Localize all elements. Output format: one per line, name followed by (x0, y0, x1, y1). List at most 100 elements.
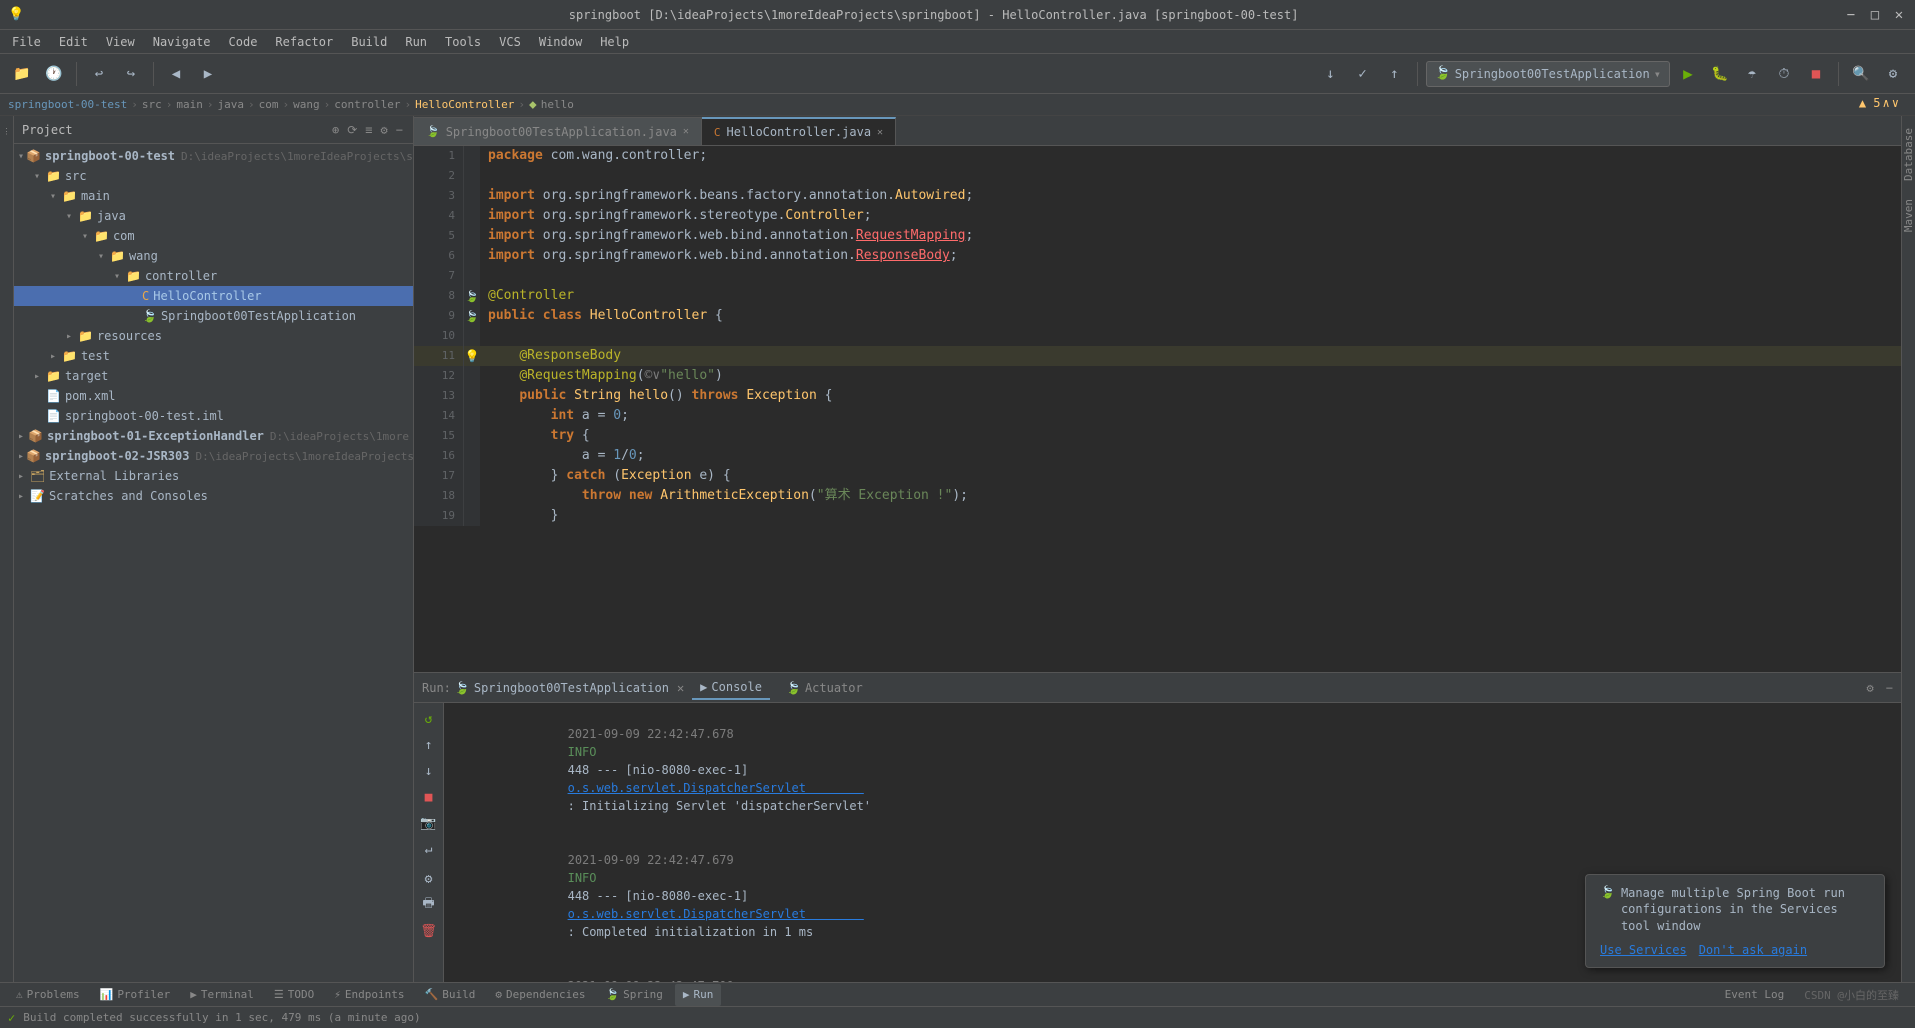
run-camera-btn[interactable]: 📷 (417, 811, 441, 835)
breadcrumb-item-project[interactable]: springboot-00-test (8, 98, 127, 111)
stop-btn[interactable]: ■ (1802, 60, 1830, 88)
use-services-link[interactable]: Use Services (1600, 943, 1687, 957)
tab-close-btn[interactable]: ✕ (683, 126, 689, 137)
menu-build[interactable]: Build (343, 31, 395, 53)
log-class[interactable]: o.s.web.servlet.DispatcherServlet (568, 781, 864, 795)
bottom-tab-profiler[interactable]: 📊 Profiler (92, 984, 179, 1006)
tree-item-springboot-00-test[interactable]: ▾ 📦 springboot-00-test D:\ideaProjects\1… (14, 146, 413, 166)
menu-view[interactable]: View (98, 31, 143, 53)
maximize-button[interactable]: □ (1867, 7, 1883, 23)
bottom-tab-problems[interactable]: ⚠ Problems (8, 984, 88, 1006)
run-config-selector[interactable]: 🍃 Springboot00TestApplication ▾ (1426, 61, 1671, 87)
run-wrap-btn[interactable]: ↵ (417, 837, 441, 861)
debug-btn[interactable]: 🐛 (1706, 60, 1734, 88)
bottom-tab-terminal[interactable]: ▶ Terminal (182, 984, 262, 1006)
run-close-btn[interactable]: ✕ (677, 681, 684, 695)
menu-window[interactable]: Window (531, 31, 590, 53)
breadcrumb-item-wang[interactable]: wang (293, 98, 320, 111)
breadcrumb-item-java[interactable]: java (217, 98, 244, 111)
bottom-tab-dependencies[interactable]: ⚙ Dependencies (487, 984, 593, 1006)
search-btn[interactable]: 🔍 (1847, 60, 1875, 88)
run-tab-console[interactable]: ▶ Console (692, 676, 770, 700)
settings-btn[interactable]: ⚙ (1879, 60, 1907, 88)
breadcrumb-item-controller[interactable]: controller (334, 98, 400, 111)
tree-item-springboot-01[interactable]: ▸ 📦 springboot-01-ExceptionHandler D:\id… (14, 426, 413, 446)
tree-item-hellocontroller[interactable]: ▾ C HelloController (14, 286, 413, 306)
breadcrumb-item-method[interactable]: ⬥ (529, 98, 537, 112)
project-minimize-btn[interactable]: − (394, 121, 405, 139)
breadcrumb-item-hello[interactable]: hello (541, 98, 574, 111)
menu-help[interactable]: Help (592, 31, 637, 53)
menu-file[interactable]: File (4, 31, 49, 53)
run-btn[interactable]: ▶ (1674, 60, 1702, 88)
menu-run[interactable]: Run (397, 31, 435, 53)
coverage-btn[interactable]: ☂ (1738, 60, 1766, 88)
menu-refactor[interactable]: Refactor (267, 31, 341, 53)
menu-tools[interactable]: Tools (437, 31, 489, 53)
project-add-btn[interactable]: ⊕ (330, 121, 341, 139)
navigate-back-btn[interactable]: ◀ (162, 60, 190, 88)
gutter-icon-bean[interactable]: 🍃 (464, 286, 480, 306)
bottom-tab-build[interactable]: 🔨 Build (417, 984, 484, 1006)
vcs-push-btn[interactable]: ↑ (1381, 60, 1409, 88)
tree-item-pomxml[interactable]: ▾ 📄 pom.xml (14, 386, 413, 406)
open-project-btn[interactable]: 📁 (8, 60, 36, 88)
vcs-update-btn[interactable]: ↓ (1317, 60, 1345, 88)
tool-btn-1[interactable]: ⋮ (0, 116, 14, 146)
run-delete-btn[interactable]: 🗑 (417, 919, 441, 943)
tree-item-wang[interactable]: ▾ 📁 wang (14, 246, 413, 266)
tree-item-java[interactable]: ▾ 📁 java (14, 206, 413, 226)
tree-item-com[interactable]: ▾ 📁 com (14, 226, 413, 246)
tree-item-resources[interactable]: ▸ 📁 resources (14, 326, 413, 346)
project-settings-btn[interactable]: ⚙ (379, 121, 390, 139)
bottom-tab-event-log[interactable]: Event Log (1717, 984, 1793, 1006)
run-cog-btn[interactable]: ⚙ (417, 867, 441, 891)
breadcrumb-item-main[interactable]: main (176, 98, 203, 111)
warning-indicator[interactable]: ▲ 5 ∧ ∨ (1859, 96, 1899, 110)
profile-btn[interactable]: ⏱ (1770, 60, 1798, 88)
bottom-tab-run[interactable]: ▶ Run (675, 984, 722, 1006)
maven-panel-btn[interactable]: Maven (1900, 191, 1915, 240)
run-stop-btn[interactable]: ■ (417, 785, 441, 809)
run-up-btn[interactable]: ↑ (417, 733, 441, 757)
gutter-icon-warning[interactable]: 💡 (464, 346, 480, 366)
run-tab-actuator[interactable]: 🍃 Actuator (778, 677, 871, 699)
tree-item-iml[interactable]: ▾ 📄 springboot-00-test.iml (14, 406, 413, 426)
run-settings-btn[interactable]: ⚙ (1867, 681, 1874, 695)
warning-down[interactable]: ∨ (1892, 96, 1899, 110)
bottom-tab-spring[interactable]: 🍃 Spring (597, 984, 670, 1006)
run-print-btn[interactable]: 🖶 (417, 893, 441, 917)
menu-code[interactable]: Code (221, 31, 266, 53)
warning-up[interactable]: ∧ (1883, 96, 1890, 110)
tree-item-test[interactable]: ▸ 📁 test (14, 346, 413, 366)
tree-item-springbootapp[interactable]: ▾ 🍃 Springboot00TestApplication (14, 306, 413, 326)
tree-item-target[interactable]: ▸ 📁 target (14, 366, 413, 386)
tab-springboot-app[interactable]: 🍃 Springboot00TestApplication.java ✕ (414, 117, 702, 145)
menu-vcs[interactable]: VCS (491, 31, 529, 53)
project-sort-btn[interactable]: ≡ (363, 121, 374, 139)
bottom-tab-todo[interactable]: ☰ TODO (266, 984, 322, 1006)
log-class[interactable]: o.s.web.servlet.DispatcherServlet (568, 907, 864, 921)
gutter-icon-bean[interactable]: 🍃 (464, 306, 480, 326)
recent-files-btn[interactable]: 🕐 (40, 60, 68, 88)
tree-item-scratches[interactable]: ▸ 📝 Scratches and Consoles (14, 486, 413, 506)
breadcrumb-item-src[interactable]: src (142, 98, 162, 111)
project-sync-btn[interactable]: ⟳ (345, 121, 359, 139)
vcs-commit-btn[interactable]: ✓ (1349, 60, 1377, 88)
run-minimize-btn[interactable]: − (1886, 681, 1893, 695)
breadcrumb-item-class[interactable]: HelloController (415, 98, 514, 111)
tab-close-btn[interactable]: ✕ (877, 127, 883, 138)
tab-hello-controller[interactable]: C HelloController.java ✕ (702, 117, 896, 145)
run-down-btn[interactable]: ↓ (417, 759, 441, 783)
tree-item-src[interactable]: ▾ 📁 src (14, 166, 413, 186)
bottom-tab-endpoints[interactable]: ⚡ Endpoints (326, 984, 412, 1006)
code-editor[interactable]: 1 package com.wang.controller; 2 3 (414, 146, 1901, 672)
undo-btn[interactable]: ↩ (85, 60, 113, 88)
tree-item-controller[interactable]: ▾ 📁 controller (14, 266, 413, 286)
menu-edit[interactable]: Edit (51, 31, 96, 53)
dont-ask-link[interactable]: Don't ask again (1699, 943, 1807, 957)
run-restart-btn[interactable]: ↺ (417, 707, 441, 731)
close-button[interactable]: ✕ (1891, 7, 1907, 23)
tree-item-main[interactable]: ▾ 📁 main (14, 186, 413, 206)
database-panel-btn[interactable]: Database (1900, 120, 1915, 189)
